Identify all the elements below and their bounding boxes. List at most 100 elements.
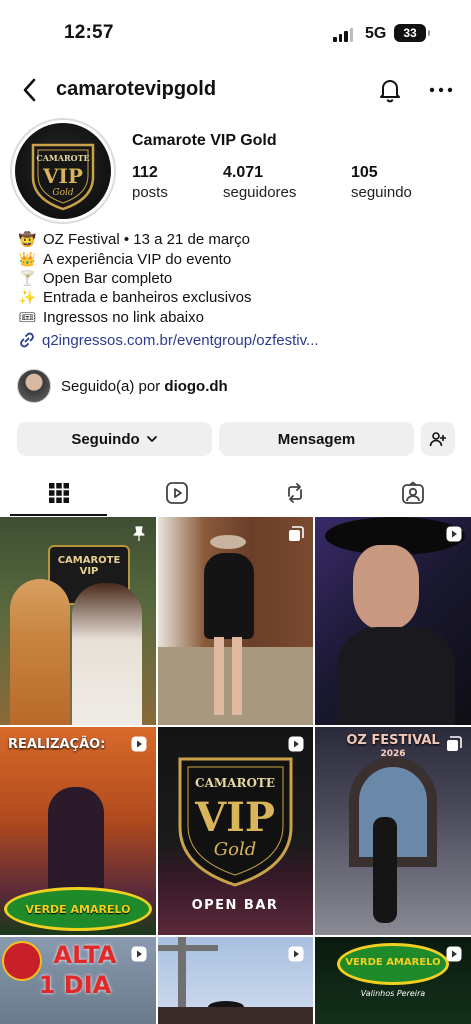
truss: [158, 945, 218, 951]
post-thumbnail[interactable]: REALIZAÇÃO: VERDE AMARELO: [0, 727, 156, 935]
post-thumbnail[interactable]: OZ FESTIVAL 2026: [315, 727, 471, 935]
follower-avatar: [17, 369, 51, 403]
stat-value: 105: [351, 164, 378, 181]
post-thumbnail[interactable]: [158, 517, 313, 725]
hat: [210, 535, 246, 549]
post-thumbnail[interactable]: [315, 517, 471, 725]
header-username: camarotevipgold: [56, 78, 217, 100]
post-caption: 1 DIA: [38, 971, 112, 999]
followed-by-text: Seguido(a) por diogo.dh: [61, 378, 228, 395]
stat-following[interactable]: 105 seguindo: [351, 164, 412, 201]
bio-link[interactable]: q2ingressos.com.br/eventgroup/ozfestiv..…: [18, 331, 319, 349]
bio-line: 👑 A experiência VIP do evento: [18, 249, 458, 268]
crowd: [158, 1007, 313, 1024]
avatar-logo-main: VIP: [42, 164, 83, 188]
tab-posts-grid[interactable]: [0, 470, 117, 516]
message-button[interactable]: Mensagem: [219, 422, 414, 456]
reel-icon: [446, 526, 462, 542]
profile-stats: 112 posts 4.071 seguidores 105 seguindo: [132, 164, 452, 206]
avatar-logo-top: CAMAROTE: [36, 153, 89, 163]
post-thumbnail[interactable]: ALTA 1 DIA: [0, 937, 156, 1024]
person-figure: [10, 579, 70, 725]
bio-line: ✨ Entrada e banheiros exclusivos: [18, 288, 458, 307]
tab-tagged[interactable]: [354, 470, 471, 516]
grid-icon: [48, 483, 69, 503]
performer-figure: [48, 787, 104, 897]
battery-icon: 33: [394, 24, 430, 42]
pin-icon: [133, 526, 145, 541]
ticket-icon: 🎟: [18, 308, 37, 325]
post-caption: CAMAROTE VIP: [57, 555, 121, 577]
stat-label: posts: [132, 184, 168, 201]
bio-line: 🍸 Open Bar completo: [18, 269, 458, 288]
person-figure: [72, 583, 142, 725]
profile-avatar[interactable]: CAMAROTE VIP Gold: [10, 118, 116, 224]
tab-reels[interactable]: [118, 470, 235, 516]
bio-text: Open Bar completo: [43, 269, 173, 287]
stat-followers[interactable]: 4.071 seguidores: [223, 164, 296, 201]
reposts-icon: [287, 483, 302, 503]
reels-icon: [165, 482, 188, 504]
bio-line: 🎟 Ingressos no link abaixo: [18, 308, 458, 327]
profile-bio: 🤠 OZ Festival • 13 a 21 de março 👑 A exper…: [18, 230, 458, 327]
tab-reposts[interactable]: [236, 470, 353, 516]
post-caption: REALIZAÇÃO:: [8, 737, 106, 752]
face: [353, 545, 419, 629]
back-chevron-icon[interactable]: [20, 77, 40, 103]
post-thumbnail[interactable]: [158, 937, 313, 1024]
post-caption: ALTA: [53, 941, 117, 969]
status-time: 12:57: [64, 22, 114, 43]
carousel-icon: [447, 736, 462, 751]
post-caption: CAMAROTE: [195, 776, 275, 790]
reel-icon: [288, 736, 304, 752]
post-caption: VERDE AMARELO: [345, 957, 441, 968]
post-thumbnail[interactable]: CAMAROTE VIP: [0, 517, 156, 725]
followed-by-user: diogo.dh: [164, 377, 228, 395]
signal-icon: [333, 28, 353, 42]
following-button[interactable]: Seguindo: [17, 422, 212, 456]
profile-display-name: Camarote VIP Gold: [132, 132, 277, 149]
posts-grid: CAMAROTE VIP REALIZAÇÃO: VERDE AMARELO C…: [0, 517, 471, 1024]
message-button-label: Mensagem: [277, 430, 356, 448]
post-caption: VIP: [194, 794, 275, 841]
followed-by-prefix: Seguido(a) por: [61, 377, 161, 395]
post-thumbnail[interactable]: CAMAROTE VIP Gold OPEN BAR: [158, 727, 313, 935]
avatar-logo: CAMAROTE VIP Gold: [15, 123, 111, 219]
vip-gold-logo-icon: CAMAROTE VIP Gold OPEN BAR: [178, 757, 293, 913]
post-caption: Valinhos Pereira: [360, 989, 426, 998]
vip-gold-logo-icon: CAMAROTE VIP Gold: [31, 143, 95, 211]
bio-text: OZ Festival • 13 a 21 de março: [43, 231, 251, 249]
leg: [232, 637, 242, 715]
reel-icon: [131, 946, 147, 962]
post-caption: Gold: [214, 839, 257, 860]
post-caption: OPEN BAR: [192, 898, 279, 913]
person-figure: [373, 817, 397, 923]
stat-label: seguidores: [223, 184, 297, 201]
link-icon: [20, 332, 34, 348]
crown-icon: 👑: [18, 250, 37, 267]
notification-bell-icon[interactable]: [376, 76, 404, 104]
profile-header: camarotevipgold: [0, 68, 471, 112]
status-bar: 12:57 5G 33: [0, 0, 471, 64]
following-button-label: Seguindo: [71, 430, 140, 448]
person-figure: [204, 553, 254, 639]
bio-text: Ingressos no link abaixo: [43, 308, 204, 326]
more-options-icon[interactable]: [428, 76, 454, 104]
stat-value: 112: [132, 164, 158, 181]
suggest-people-button[interactable]: [421, 422, 455, 456]
leg: [214, 637, 224, 715]
tagged-icon: [401, 481, 424, 504]
stat-posts[interactable]: 112 posts: [132, 164, 168, 201]
reel-icon: [288, 946, 304, 962]
network-type: 5G: [365, 25, 387, 42]
bio-link-text: q2ingressos.com.br/eventgroup/ozfestiv..…: [42, 331, 319, 349]
bio-text: Entrada e banheiros exclusivos: [43, 289, 252, 307]
carousel-icon: [289, 526, 304, 541]
followed-by[interactable]: Seguido(a) por diogo.dh: [17, 369, 228, 403]
add-person-icon: [429, 432, 446, 447]
cowboy-hat-face-icon: 🤠: [18, 231, 37, 248]
chevron-down-icon: [146, 436, 157, 442]
post-thumbnail[interactable]: VERDE AMARELO Valinhos Pereira: [315, 937, 471, 1024]
jacket: [337, 627, 455, 725]
bio-line: 🤠 OZ Festival • 13 a 21 de março: [18, 230, 458, 249]
